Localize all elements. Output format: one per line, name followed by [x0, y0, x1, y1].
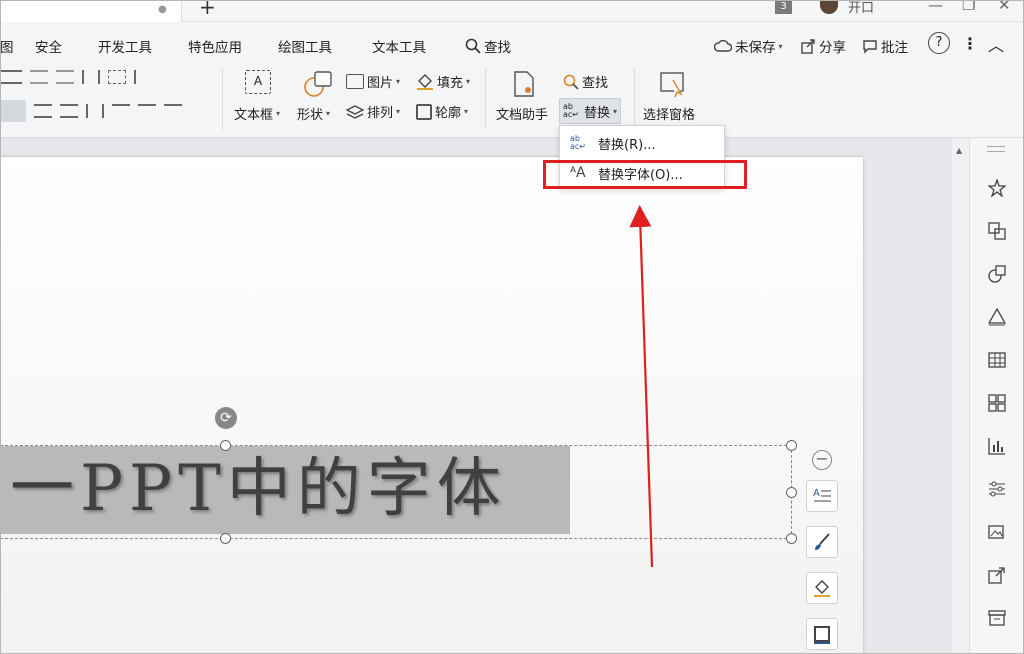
annotation-arrow [629, 205, 654, 568]
